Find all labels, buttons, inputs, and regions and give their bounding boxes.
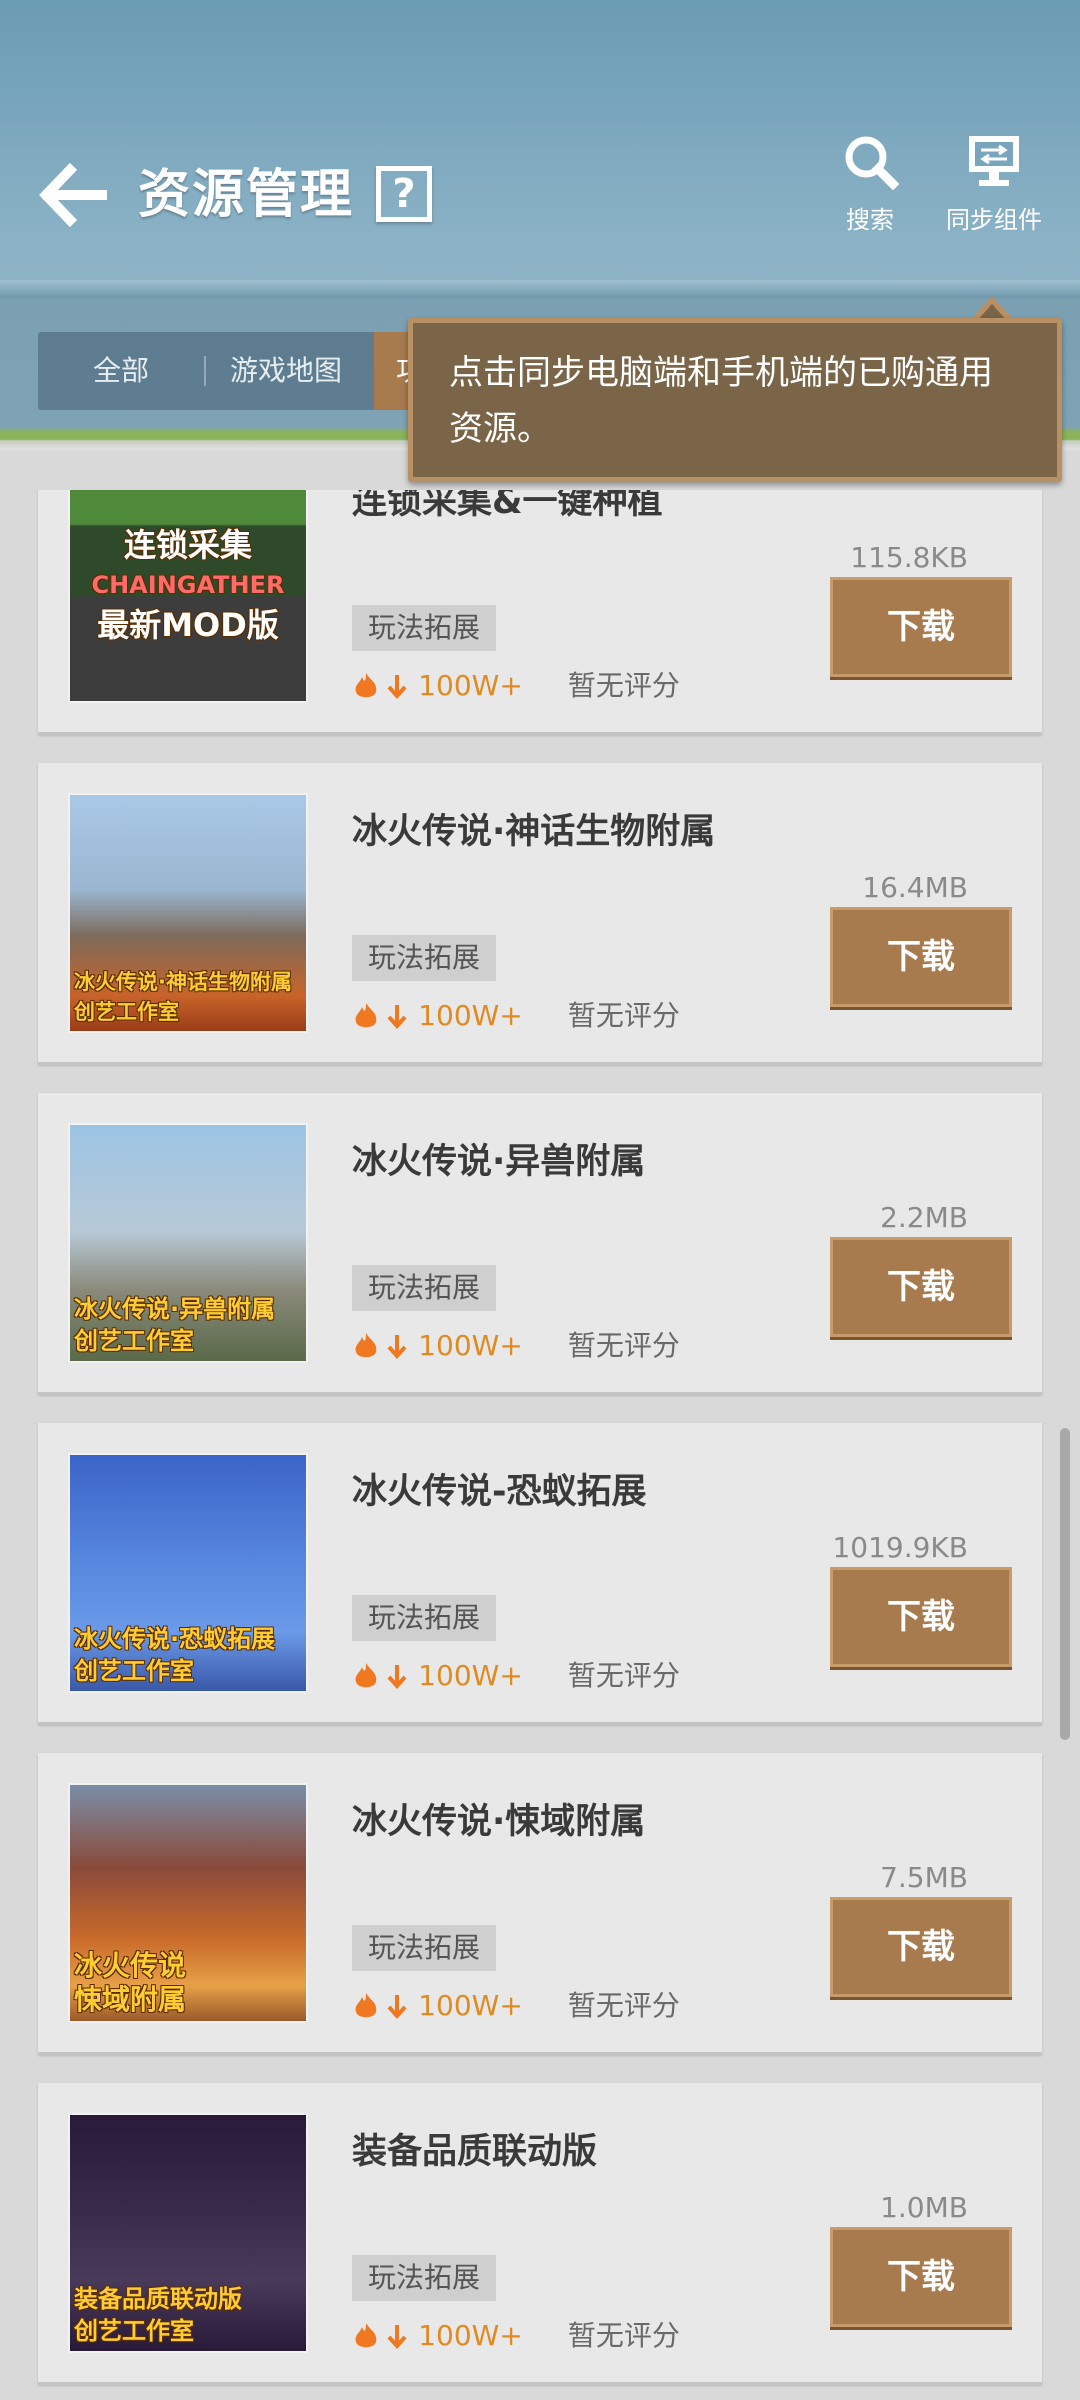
item-name: 冰火传说·神话生物附属 bbox=[352, 812, 716, 852]
thumb-text-line: 创艺工作室 bbox=[74, 1327, 194, 1355]
page-title: 资源管理 bbox=[138, 165, 355, 225]
back-arrow-icon[interactable] bbox=[38, 160, 108, 230]
tooltip-line-1: 点击同步电脑端和手机端的已购通用 bbox=[449, 353, 993, 393]
fire-icon bbox=[355, 1662, 377, 1687]
fire-icon bbox=[355, 1002, 377, 1027]
download-count: 100W+ bbox=[418, 1658, 523, 1692]
list-item[interactable]: 冰火传说 悚域附属 冰火传说·悚域附属 7.5MB 玩法拓展 100W+ 暂无评… bbox=[38, 1753, 1042, 2055]
tooltip-line-2: 资源。 bbox=[449, 409, 551, 449]
fire-icon bbox=[355, 2322, 377, 2347]
item-name: 冰火传说-恐蚁拓展 bbox=[352, 1472, 647, 1512]
search-button[interactable]: 搜索 bbox=[815, 132, 925, 235]
download-arrow-icon bbox=[387, 674, 407, 699]
rating-text: 暂无评分 bbox=[567, 2318, 680, 2352]
item-thumbnail[interactable]: 冰火传说·神话生物附属 创艺工作室 bbox=[68, 793, 308, 1033]
rating-text: 暂无评分 bbox=[567, 998, 680, 1032]
download-arrow-icon bbox=[387, 1004, 407, 1029]
item-tag: 玩法拓展 bbox=[352, 1925, 497, 1971]
item-thumbnail[interactable]: 连锁采集 CHAINGATHER 最新MOD版 bbox=[68, 490, 308, 703]
item-thumbnail[interactable]: 冰火传说·恐蚁拓展 创艺工作室 bbox=[68, 1453, 308, 1693]
rating-text: 暂无评分 bbox=[567, 1658, 680, 1692]
item-tag: 玩法拓展 bbox=[352, 935, 497, 981]
thumb-text-line: 冰火传说 bbox=[74, 1949, 187, 1982]
download-count: 100W+ bbox=[418, 1988, 523, 2022]
tab-game-maps[interactable]: 游戏地图 bbox=[230, 332, 342, 410]
list-item[interactable]: 装备品质联动版 创艺工作室 装备品质联动版 1.0MB 玩法拓展 100W+ 暂… bbox=[38, 2083, 1042, 2385]
fire-icon bbox=[355, 1332, 377, 1357]
item-stats: 100W+ 暂无评分 bbox=[352, 995, 680, 1035]
rating-text: 暂无评分 bbox=[567, 668, 680, 702]
item-stats: 100W+ 暂无评分 bbox=[352, 2315, 680, 2355]
search-icon bbox=[845, 136, 900, 191]
rating-text: 暂无评分 bbox=[567, 1988, 680, 2022]
list-item[interactable]: 冰火传说·异兽附属 创艺工作室 冰火传说·异兽附属 2.2MB 玩法拓展 100… bbox=[38, 1093, 1042, 1395]
item-tag: 玩法拓展 bbox=[352, 1595, 497, 1641]
item-name: 装备品质联动版 bbox=[352, 2132, 598, 2172]
thumb-text-line: 冰火传说·恐蚁拓展 bbox=[74, 1625, 276, 1653]
thumb-text-line: 最新MOD版 bbox=[97, 606, 279, 644]
app-header: 资源管理 ? 搜索 同步组件 bbox=[0, 0, 1080, 290]
download-button[interactable]: 下载 bbox=[830, 1237, 1012, 1337]
download-button[interactable]: 下载 bbox=[830, 907, 1012, 1007]
sync-tooltip[interactable]: 点击同步电脑端和手机端的已购通用 资源。 bbox=[408, 318, 1062, 482]
download-button[interactable]: 下载 bbox=[830, 1897, 1012, 1997]
rating-text: 暂无评分 bbox=[567, 1328, 680, 1362]
thumb-text-line: 创艺工作室 bbox=[74, 1000, 179, 1024]
list-item[interactable]: 冰火传说·恐蚁拓展 创艺工作室 冰火传说-恐蚁拓展 1019.9KB 玩法拓展 … bbox=[38, 1423, 1042, 1725]
item-stats: 100W+ 暂无评分 bbox=[352, 1325, 680, 1365]
item-size: 1.0MB bbox=[880, 2191, 968, 2224]
item-stats: 100W+ 暂无评分 bbox=[352, 1985, 680, 2025]
download-count: 100W+ bbox=[418, 998, 523, 1032]
item-name: 冰火传说·异兽附属 bbox=[352, 1142, 646, 1182]
tab-all[interactable]: 全部 bbox=[93, 332, 149, 410]
download-button[interactable]: 下载 bbox=[830, 1567, 1012, 1667]
sync-label: 同步组件 bbox=[946, 206, 1042, 234]
item-size: 7.5MB bbox=[880, 1861, 968, 1894]
tab-divider bbox=[204, 356, 206, 386]
download-count: 100W+ bbox=[418, 1328, 523, 1362]
thumb-text-line: 悚域附属 bbox=[74, 1983, 187, 2016]
sync-component-button[interactable]: 同步组件 bbox=[938, 132, 1050, 235]
list-item[interactable]: 连锁采集 CHAINGATHER 最新MOD版 连锁采集&一键种植 115.8K… bbox=[38, 490, 1042, 735]
item-size: 1019.9KB bbox=[832, 1531, 968, 1564]
list-item[interactable]: 冰火传说·神话生物附属 创艺工作室 冰火传说·神话生物附属 16.4MB 玩法拓… bbox=[38, 763, 1042, 1065]
thumb-text-line: 冰火传说·异兽附属 bbox=[74, 1295, 276, 1323]
item-tag: 玩法拓展 bbox=[352, 605, 497, 651]
download-arrow-icon bbox=[387, 1994, 407, 2019]
item-name: 连锁采集&一键种植 bbox=[352, 490, 663, 522]
download-arrow-icon bbox=[387, 1334, 407, 1359]
item-tag: 玩法拓展 bbox=[352, 1265, 497, 1311]
download-button[interactable]: 下载 bbox=[830, 2227, 1012, 2327]
item-size: 2.2MB bbox=[880, 1201, 968, 1234]
thumb-text-line: 装备品质联动版 bbox=[74, 2285, 242, 2313]
item-stats: 100W+ 暂无评分 bbox=[352, 665, 680, 705]
help-button[interactable]: ? bbox=[376, 166, 432, 222]
download-arrow-icon bbox=[387, 2324, 407, 2349]
fire-icon bbox=[355, 1992, 377, 2017]
list-scrollbar[interactable] bbox=[1060, 1428, 1070, 1740]
item-stats: 100W+ 暂无评分 bbox=[352, 1655, 680, 1695]
fire-icon bbox=[355, 672, 377, 697]
thumb-text-line: 创艺工作室 bbox=[74, 1657, 194, 1685]
item-size: 115.8KB bbox=[850, 541, 968, 574]
search-label: 搜索 bbox=[846, 206, 894, 234]
item-size: 16.4MB bbox=[862, 871, 968, 904]
item-tag: 玩法拓展 bbox=[352, 2255, 497, 2301]
download-count: 100W+ bbox=[418, 2318, 523, 2352]
thumb-text-line: 冰火传说·神话生物附属 bbox=[74, 970, 292, 994]
thumb-text-line: 连锁采集 bbox=[123, 526, 252, 564]
sync-computer-icon bbox=[969, 136, 1019, 186]
thumb-text-line: CHAINGATHER bbox=[91, 571, 285, 599]
item-name: 冰火传说·悚域附属 bbox=[352, 1802, 646, 1842]
thumb-text-line: 创艺工作室 bbox=[74, 2317, 194, 2345]
download-arrow-icon bbox=[387, 1664, 407, 1689]
download-count: 100W+ bbox=[418, 668, 523, 702]
item-thumbnail[interactable]: 装备品质联动版 创艺工作室 bbox=[68, 2113, 308, 2353]
download-button[interactable]: 下载 bbox=[830, 577, 1012, 677]
item-thumbnail[interactable]: 冰火传说 悚域附属 bbox=[68, 1783, 308, 2023]
item-thumbnail[interactable]: 冰火传说·异兽附属 创艺工作室 bbox=[68, 1123, 308, 1363]
resource-list[interactable]: 连锁采集 CHAINGATHER 最新MOD版 连锁采集&一键种植 115.8K… bbox=[0, 490, 1080, 2400]
header-divider bbox=[0, 280, 1080, 298]
